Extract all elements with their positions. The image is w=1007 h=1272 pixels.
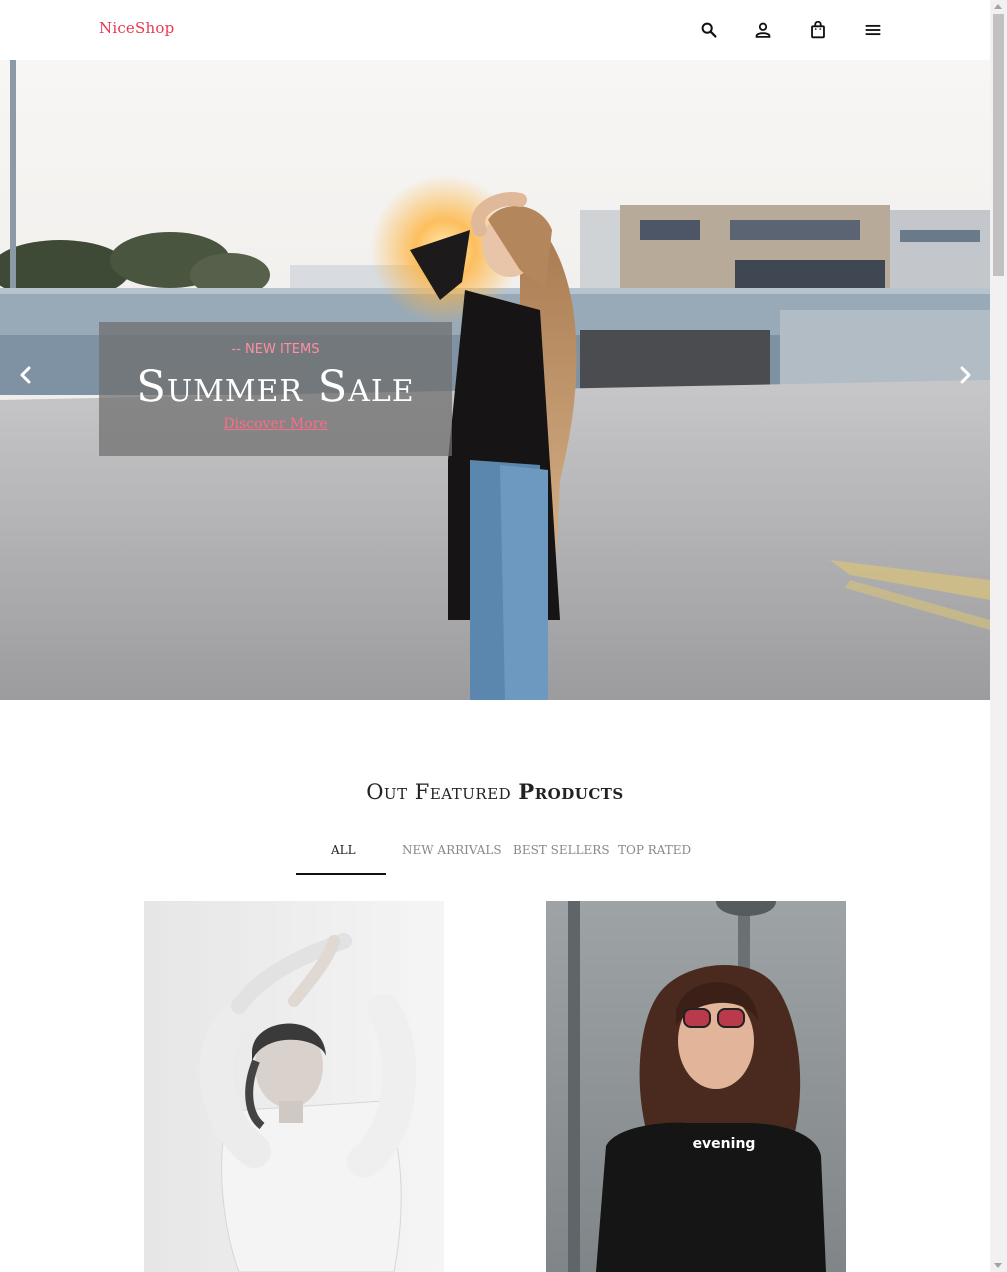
scroll-up-arrow[interactable] (994, 4, 1002, 9)
tab-best-sellers[interactable]: BEST SELLERS (513, 843, 610, 857)
menu-icon[interactable] (862, 19, 884, 41)
active-tab-indicator (296, 873, 386, 875)
hero-caption-box: -- NEW ITEMS Summer Sale Discover More (99, 322, 452, 456)
brand-logo[interactable]: NiceShop (99, 19, 174, 37)
product-image-2: evening (546, 901, 846, 1272)
tab-new-arrivals[interactable]: NEW ARRIVALS (402, 843, 502, 857)
featured-title-bold: Products (518, 779, 624, 804)
featured-title-light: Out Featured (366, 780, 512, 804)
product-card-1[interactable] (144, 901, 444, 1272)
product-image-1 (144, 901, 444, 1272)
product-card-2[interactable]: evening (546, 901, 846, 1272)
site-header: NiceShop (0, 0, 990, 60)
hero-slider: -- NEW ITEMS Summer Sale Discover More (0, 60, 990, 700)
scroll-thumb[interactable] (993, 14, 1004, 276)
search-icon[interactable] (698, 19, 720, 41)
chevron-left-icon[interactable] (12, 360, 40, 390)
bag-icon[interactable] (807, 19, 829, 41)
featured-products-title: Out Featured Products (0, 779, 990, 804)
page-scrollbar[interactable] (990, 0, 1007, 1272)
tab-top-rated[interactable]: TOP RATED (618, 843, 691, 857)
hero-kicker: -- NEW ITEMS (231, 342, 320, 357)
user-icon[interactable] (752, 19, 774, 41)
chevron-right-icon[interactable] (951, 360, 979, 390)
hero-title: Summer Sale (136, 362, 415, 412)
svg-text:evening: evening (693, 1136, 756, 1152)
tab-all[interactable]: ALL (331, 843, 356, 857)
discover-more-link[interactable]: Discover More (99, 416, 452, 432)
scroll-down-arrow[interactable] (994, 1263, 1002, 1268)
